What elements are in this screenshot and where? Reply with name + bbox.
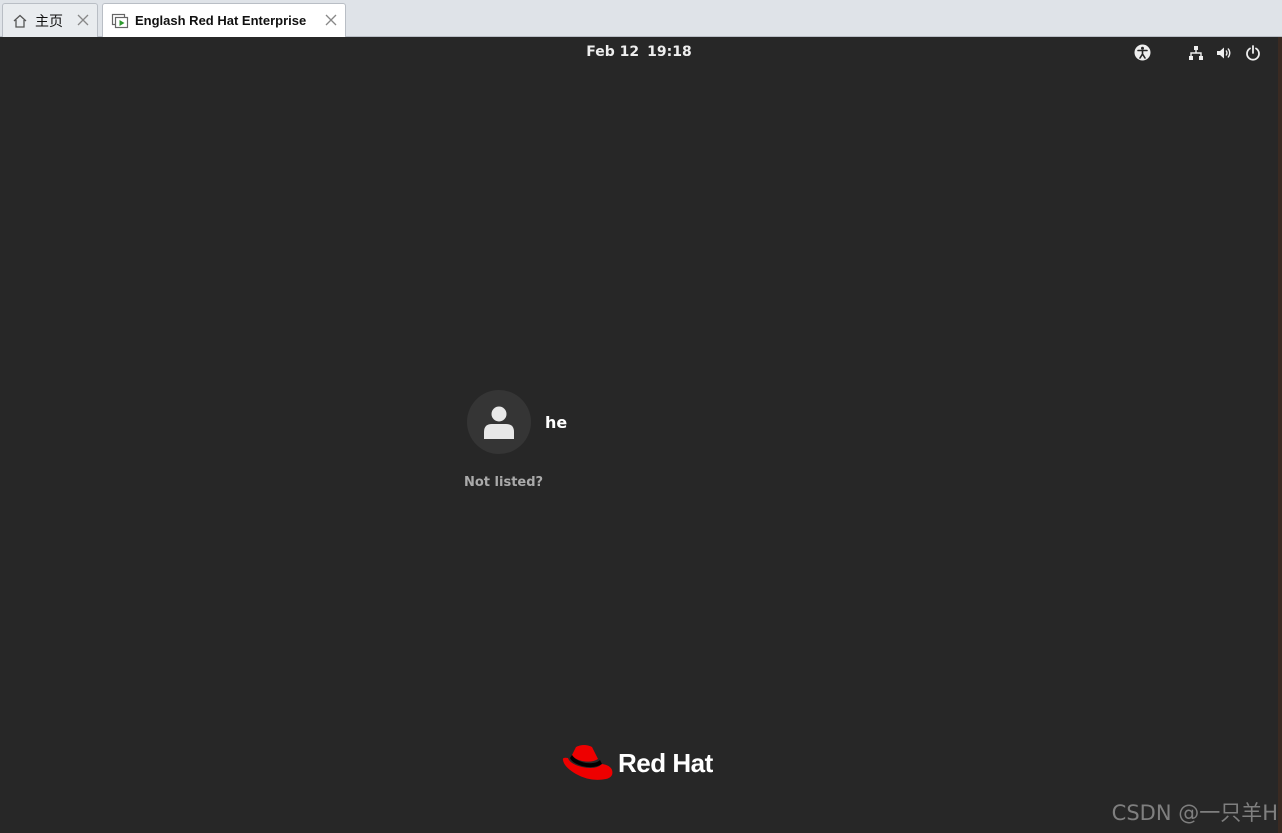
home-icon [10,11,30,31]
top-bar: Feb 12 19:18 [0,37,1278,67]
clock-date: Feb 12 [586,44,640,60]
accessibility-icon[interactable] [1134,44,1151,61]
red-hat-logo: Red Hat [562,743,713,783]
close-icon[interactable] [323,12,339,28]
tab-vm-label: Englash Red Hat Enterprise [135,13,307,28]
tab-vm[interactable]: Englash Red Hat Enterprise [102,3,346,37]
username-label: he [545,412,568,432]
volume-icon[interactable] [1215,44,1232,61]
red-hat-fedora-icon [562,745,613,780]
tab-home-label: 主页 [35,12,63,29]
close-icon[interactable] [75,12,91,28]
vm-tab-bar: 主页 Englash Red Hat Enterprise [0,0,1282,37]
avatar [467,390,531,454]
user-icon [484,406,514,439]
not-listed-button[interactable]: Not listed? [464,475,543,490]
vm-icon [110,11,130,31]
window-edge [1278,37,1282,833]
clock[interactable]: Feb 12 19:18 [0,44,1278,60]
watermark: CSDN @一只羊H [1111,801,1278,825]
user-list-item[interactable]: he [467,390,567,454]
logo-text: Red Hat [618,747,713,778]
clock-time: 19:18 [647,44,692,60]
power-icon[interactable] [1244,44,1261,61]
gdm-login-screen: Feb 12 19:18 he Not listed? Red Hat [0,37,1278,833]
network-icon[interactable] [1187,44,1204,61]
tab-home[interactable]: 主页 [2,3,98,37]
